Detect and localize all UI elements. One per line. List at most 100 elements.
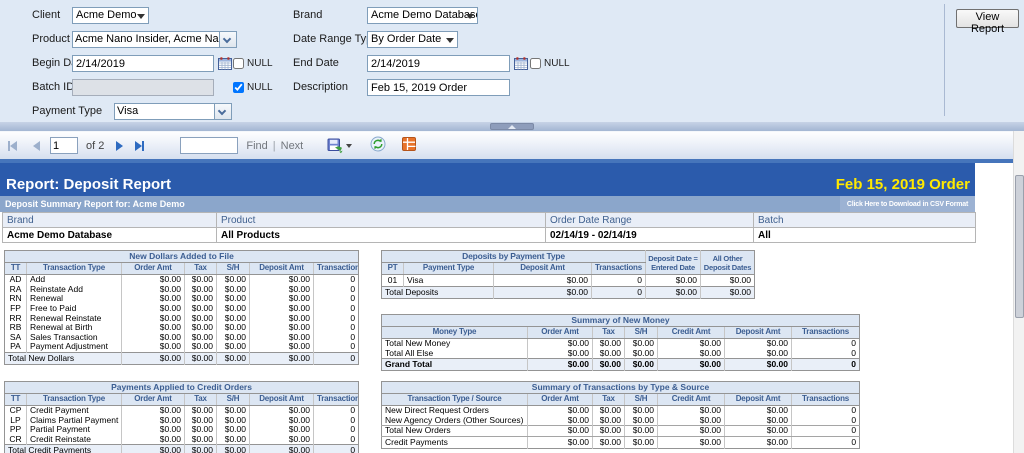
payment-type-combobox-value: Visa [114, 103, 215, 120]
product-dropdown-button[interactable] [220, 31, 237, 48]
product-combobox[interactable]: Acme Nano Insider, Acme Nano In [72, 31, 237, 48]
end-date-input[interactable] [367, 55, 510, 72]
begin-date-null-checkbox[interactable] [233, 58, 244, 69]
cell: $0.00 [593, 437, 625, 449]
cell: $0.00 [725, 437, 792, 449]
column-header: Deposit Amt [725, 327, 792, 339]
date-range-type-value: By Order Date [371, 33, 441, 45]
cell: $0.00 [658, 437, 725, 449]
end-date-null-label: NULL [544, 55, 570, 72]
meta-value-row: Acme Demo Database All Products 02/14/19… [3, 228, 976, 243]
cell: $0.00 [217, 275, 250, 285]
csv-download-label: Click Here to Download in CSV Format [847, 201, 968, 208]
cell: $0.00 [725, 349, 792, 359]
csv-download-link[interactable]: Click Here to Download in CSV Format [840, 196, 975, 212]
payment-type-dropdown-button[interactable] [215, 103, 232, 120]
collapse-arrow-icon [508, 125, 516, 129]
refresh-button[interactable] [370, 136, 386, 155]
calendar-icon[interactable] [218, 57, 232, 70]
payment-type-combobox[interactable]: Visa [114, 103, 232, 120]
brand-label: Brand [293, 7, 322, 24]
cell: $0.00 [701, 275, 755, 287]
table-row: RN Renewal $0.00 $0.00 $0.00 $0.00 0 [5, 294, 359, 304]
client-select[interactable]: Acme Demo [72, 7, 149, 24]
meta-header-brand: Brand [3, 213, 217, 228]
table-title-row: Summary of Transactions by Type & Source [382, 382, 860, 394]
cell: $0.00 [593, 416, 625, 426]
cell: $0.00 [250, 323, 314, 333]
splitter-grip[interactable] [490, 123, 534, 130]
cell: $0.00 [250, 304, 314, 314]
cell: $0.00 [646, 287, 701, 299]
cell: 0 [314, 415, 359, 425]
vertical-scrollbar[interactable] [1013, 131, 1024, 453]
brand-select[interactable]: Acme Demo Database [367, 7, 478, 24]
cell: $0.00 [250, 445, 314, 453]
next-page-button[interactable] [116, 138, 123, 154]
export-dropdown-caret[interactable] [346, 144, 352, 148]
table-title: New Dollars Added to File [5, 251, 359, 263]
batch-id-null-checkbox[interactable] [233, 82, 244, 93]
cell: Partial Payment [27, 425, 122, 435]
cell: $0.00 [725, 339, 792, 349]
table-row: RB Renewal at Birth $0.00 $0.00 $0.00 $0… [5, 323, 359, 333]
table-total-row: Total Deposits $0.00 0 $0.00 $0.00 [382, 287, 755, 299]
cell: $0.00 [250, 425, 314, 435]
horizontal-splitter[interactable] [0, 122, 1024, 131]
export-button[interactable] [327, 138, 352, 154]
cell: 0 [314, 352, 359, 364]
cell: SA [5, 333, 27, 343]
form-separator [944, 4, 945, 116]
cell: $0.00 [250, 275, 314, 285]
description-input[interactable] [367, 79, 510, 96]
cell: 0 [314, 435, 359, 445]
batch-id-input[interactable] [72, 79, 214, 96]
next-link[interactable]: Next [281, 140, 304, 152]
table-row: FP Free to Paid $0.00 $0.00 $0.00 $0.00 … [5, 304, 359, 314]
first-page-button[interactable] [8, 138, 17, 154]
cell: Total New Dollars [5, 352, 122, 364]
chevron-down-icon [218, 107, 226, 115]
table-row: Credit Payments $0.00 $0.00 $0.00 $0.00 … [382, 437, 860, 449]
cell: $0.00 [185, 406, 217, 416]
cell: 0 [792, 339, 860, 349]
print-layout-button[interactable] [402, 137, 416, 154]
table-header-row: Transaction Type / Source Order Amt Tax … [382, 394, 860, 406]
export-save-icon [327, 138, 343, 154]
page-count-label: of 2 [86, 140, 104, 152]
cell: RR [5, 313, 27, 323]
calendar-icon[interactable] [514, 57, 528, 70]
table-total-row: Total Credit Payments $0.00 $0.00 $0.00 … [5, 445, 359, 453]
cell: Renewal at Birth [27, 323, 122, 333]
vertical-scrollbar-thumb[interactable] [1015, 175, 1024, 318]
cell: 0 [314, 445, 359, 453]
cell: $0.00 [250, 342, 314, 352]
find-link[interactable]: Find [246, 140, 267, 152]
end-date-null-checkbox[interactable] [530, 58, 541, 69]
cell: $0.00 [625, 406, 658, 416]
table-title-row: Payments Applied to Credit Orders [5, 382, 359, 394]
column-header: Deposit Amt [250, 394, 314, 406]
page-number-input[interactable] [50, 137, 78, 154]
view-report-button[interactable]: View Report [956, 9, 1019, 28]
date-range-type-select[interactable]: By Order Date [367, 31, 458, 48]
column-header: S/H [625, 394, 658, 406]
end-date-label: End Date [293, 55, 339, 72]
find-text-input[interactable] [180, 137, 238, 154]
cell: 0 [792, 426, 860, 437]
cell: PP [5, 425, 27, 435]
cell: 0 [314, 406, 359, 416]
begin-date-input[interactable] [72, 55, 214, 72]
column-header: Tax [593, 327, 625, 339]
product-label: Product [32, 31, 70, 48]
chevron-down-icon [137, 14, 145, 19]
cell: $0.00 [217, 294, 250, 304]
cell: Total New Orders [382, 426, 528, 437]
last-page-button[interactable] [135, 138, 144, 154]
previous-page-button[interactable] [33, 138, 40, 154]
cell: 0 [792, 416, 860, 426]
cell: Visa [404, 275, 494, 287]
cell: $0.00 [646, 275, 701, 287]
cell: 0 [314, 294, 359, 304]
cell: 0 [792, 437, 860, 449]
